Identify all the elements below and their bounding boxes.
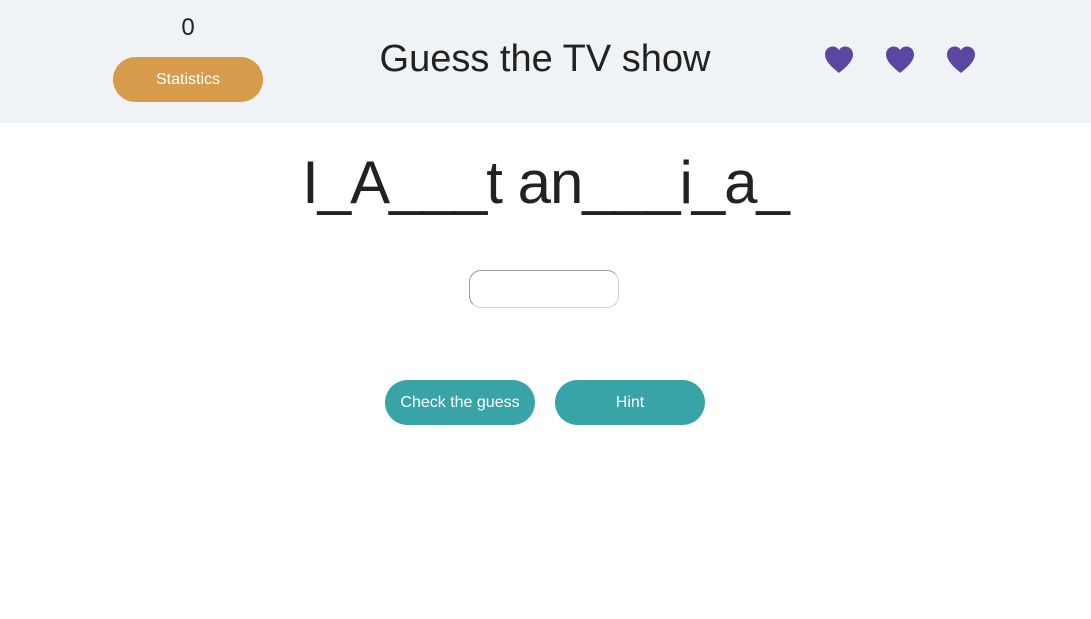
heart-icon: [945, 44, 977, 76]
check-guess-button[interactable]: Check the guess: [385, 380, 535, 425]
hint-button[interactable]: Hint: [555, 380, 705, 425]
heart-icon: [884, 44, 916, 76]
guess-input[interactable]: [469, 270, 619, 308]
statistics-button[interactable]: Statistics: [113, 57, 263, 102]
puzzle-word: I_A___t an___i_a_: [302, 149, 790, 216]
page-title: Guess the TV show: [379, 38, 711, 80]
heart-icon: [823, 44, 855, 76]
score-counter: 0: [181, 14, 195, 41]
header-bar: 0 Statistics Guess the TV show: [0, 0, 1091, 123]
lives-indicator: [823, 44, 977, 76]
